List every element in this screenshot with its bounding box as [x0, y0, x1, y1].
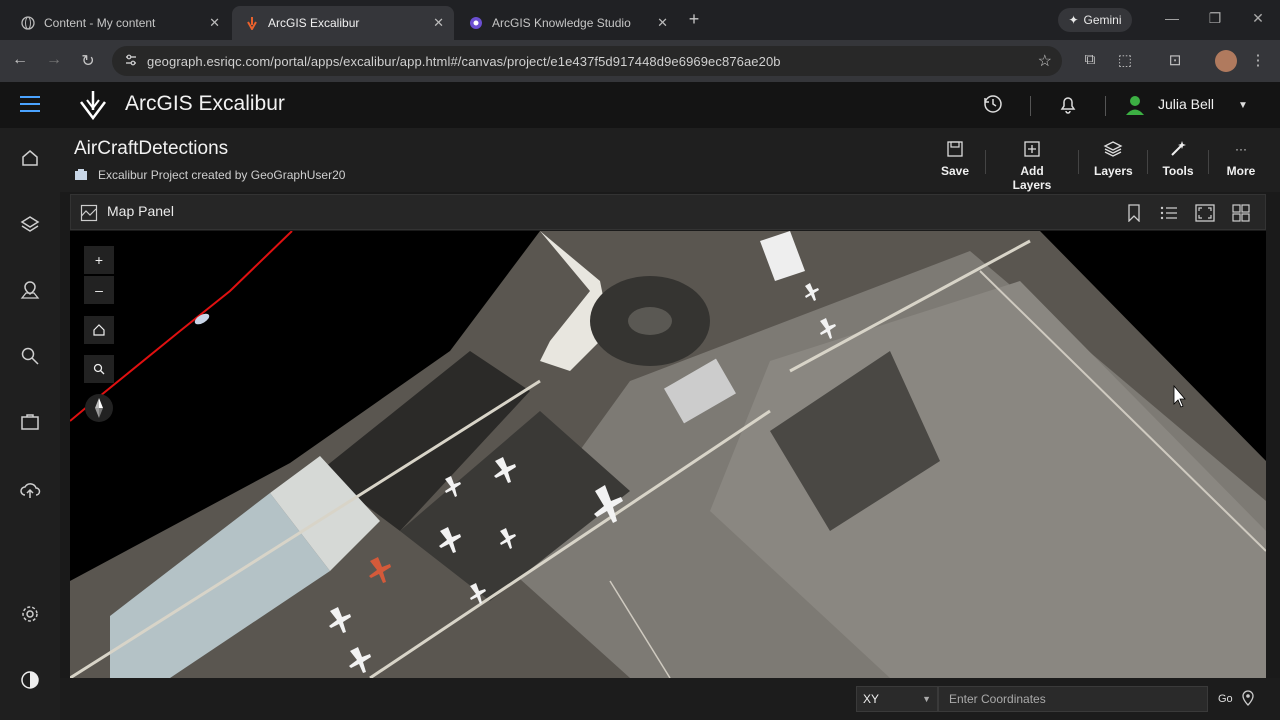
grid-layout-icon[interactable]: [1231, 203, 1251, 223]
browser-tab-excalibur[interactable]: ArcGIS Excalibur ✕: [232, 6, 454, 40]
restore-icon[interactable]: ❐: [1205, 10, 1225, 27]
close-icon[interactable]: ✕: [433, 15, 444, 31]
profile-avatar[interactable]: [1215, 50, 1237, 72]
add-layers-button[interactable]: Add Layers: [1000, 138, 1064, 192]
new-tab-button[interactable]: +: [684, 9, 704, 30]
user-name[interactable]: Julia Bell: [1158, 96, 1214, 112]
divider: [1147, 150, 1148, 174]
hamburger-menu-icon[interactable]: [20, 96, 40, 117]
knowledge-studio-icon: [468, 15, 484, 31]
location-pin-icon[interactable]: [1240, 690, 1256, 708]
tools-label: Tools: [1162, 164, 1194, 178]
home-icon[interactable]: [18, 146, 42, 170]
home-extent-icon[interactable]: [84, 316, 114, 344]
project-briefcase-icon: [75, 169, 87, 180]
back-arrow-icon[interactable]: ←: [10, 51, 30, 69]
map-view[interactable]: + –: [70, 231, 1266, 678]
list-icon[interactable]: [1159, 203, 1179, 223]
tools-button[interactable]: Tools: [1162, 138, 1194, 178]
tab-label: Content - My content: [44, 16, 156, 30]
browser-tab-strip: Content - My content ✕ ArcGIS Excalibur …: [0, 0, 1280, 40]
settings-gear-icon[interactable]: [18, 602, 42, 626]
map-panel-header: Map Panel: [70, 194, 1266, 230]
excalibur-logo-icon: [244, 15, 260, 31]
zoom-in-button[interactable]: +: [84, 246, 114, 274]
layers-icon[interactable]: [18, 212, 42, 236]
divider: [1078, 150, 1079, 174]
coordinate-bar: XY ▼ Enter Coordinates Go: [60, 678, 1280, 720]
bookmark-star-icon[interactable]: ☆: [1038, 51, 1052, 71]
divider: [1030, 96, 1031, 116]
compass-icon[interactable]: [85, 394, 113, 422]
app-header: ArcGIS Excalibur Julia Bell ▼: [0, 82, 1280, 128]
map-pin-icon[interactable]: [18, 278, 42, 302]
notification-bell-icon[interactable]: [1056, 93, 1080, 120]
layers-label: Layers: [1094, 164, 1133, 178]
map-panel-title: Map Panel: [107, 203, 174, 219]
sparkle-icon: ✦: [1068, 13, 1079, 27]
browser-tab-content[interactable]: Content - My content ✕: [8, 6, 230, 40]
history-icon[interactable]: [981, 93, 1005, 120]
projects-icon[interactable]: [18, 410, 42, 434]
divider: [985, 150, 986, 174]
coordinate-input[interactable]: Enter Coordinates: [938, 686, 1208, 712]
chevron-down-icon[interactable]: ▼: [1238, 100, 1248, 111]
project-subtitle: Excalibur Project created by GeoGraphUse…: [98, 168, 346, 182]
go-button[interactable]: Go: [1218, 686, 1233, 712]
reload-icon[interactable]: ↻: [78, 51, 98, 71]
add-square-icon: [1000, 138, 1064, 160]
search-tab-icon[interactable]: ⊡: [1165, 51, 1185, 69]
project-header: AirCraftDetections Excalibur Project cre…: [60, 128, 1280, 192]
save-icon: [940, 138, 970, 160]
theme-contrast-icon[interactable]: [18, 668, 42, 692]
divider: [1105, 96, 1106, 116]
tab-label: ArcGIS Excalibur: [268, 16, 360, 30]
divider: [1208, 150, 1209, 174]
extensions-icon[interactable]: ⬚: [1115, 51, 1135, 69]
coordinate-format-value: XY: [863, 692, 880, 706]
close-window-icon[interactable]: ✕: [1248, 10, 1268, 27]
gemini-button[interactable]: ✦ Gemini: [1058, 8, 1132, 32]
satellite-imagery: [70, 231, 1266, 678]
more-label: More: [1226, 164, 1256, 178]
save-button[interactable]: Save: [940, 138, 970, 178]
minimize-icon[interactable]: —: [1162, 10, 1182, 26]
browser-tab-knowledge[interactable]: ArcGIS Knowledge Studio ✕: [456, 6, 678, 40]
close-icon[interactable]: ✕: [657, 15, 668, 31]
address-bar[interactable]: geograph.esriqc.com/portal/apps/excalibu…: [112, 46, 1062, 76]
upload-cloud-icon[interactable]: [18, 478, 42, 502]
app-sidebar: [0, 128, 60, 720]
gemini-label: Gemini: [1083, 13, 1122, 27]
tab-label: ArcGIS Knowledge Studio: [492, 16, 631, 30]
bookmark-icon[interactable]: [1124, 203, 1144, 223]
fullscreen-icon[interactable]: [1195, 203, 1215, 223]
project-title: AirCraftDetections: [74, 138, 229, 159]
forward-arrow-icon[interactable]: →: [44, 51, 64, 69]
excalibur-logo: [80, 91, 106, 121]
globe-icon: [20, 15, 36, 31]
save-label: Save: [940, 164, 970, 178]
kebab-menu-icon[interactable]: ⋮: [1248, 51, 1268, 69]
chevron-down-icon: ▼: [922, 694, 931, 704]
close-icon[interactable]: ✕: [209, 15, 220, 31]
coordinate-format-select[interactable]: XY ▼: [856, 686, 938, 712]
map-panel-icon: [80, 204, 98, 222]
user-avatar-icon[interactable]: [1124, 94, 1146, 116]
wand-icon: [1162, 138, 1194, 160]
ellipsis-icon: ···: [1235, 142, 1247, 156]
zoom-out-button[interactable]: –: [84, 276, 114, 304]
more-button[interactable]: ··· More: [1226, 138, 1256, 178]
app-title: ArcGIS Excalibur: [125, 92, 285, 115]
browser-toolbar: ← → ↻ geograph.esriqc.com/portal/apps/ex…: [0, 40, 1280, 82]
url-text: geograph.esriqc.com/portal/apps/excalibu…: [147, 53, 781, 69]
add-layers-label: Add Layers: [1012, 164, 1052, 192]
site-settings-icon[interactable]: [124, 53, 138, 72]
search-icon[interactable]: [18, 344, 42, 368]
layers-stack-icon: [1094, 138, 1132, 160]
map-search-icon[interactable]: [84, 355, 114, 383]
extension-puzzle-icon[interactable]: ⧉: [1080, 51, 1100, 68]
layers-button[interactable]: Layers: [1094, 138, 1133, 178]
